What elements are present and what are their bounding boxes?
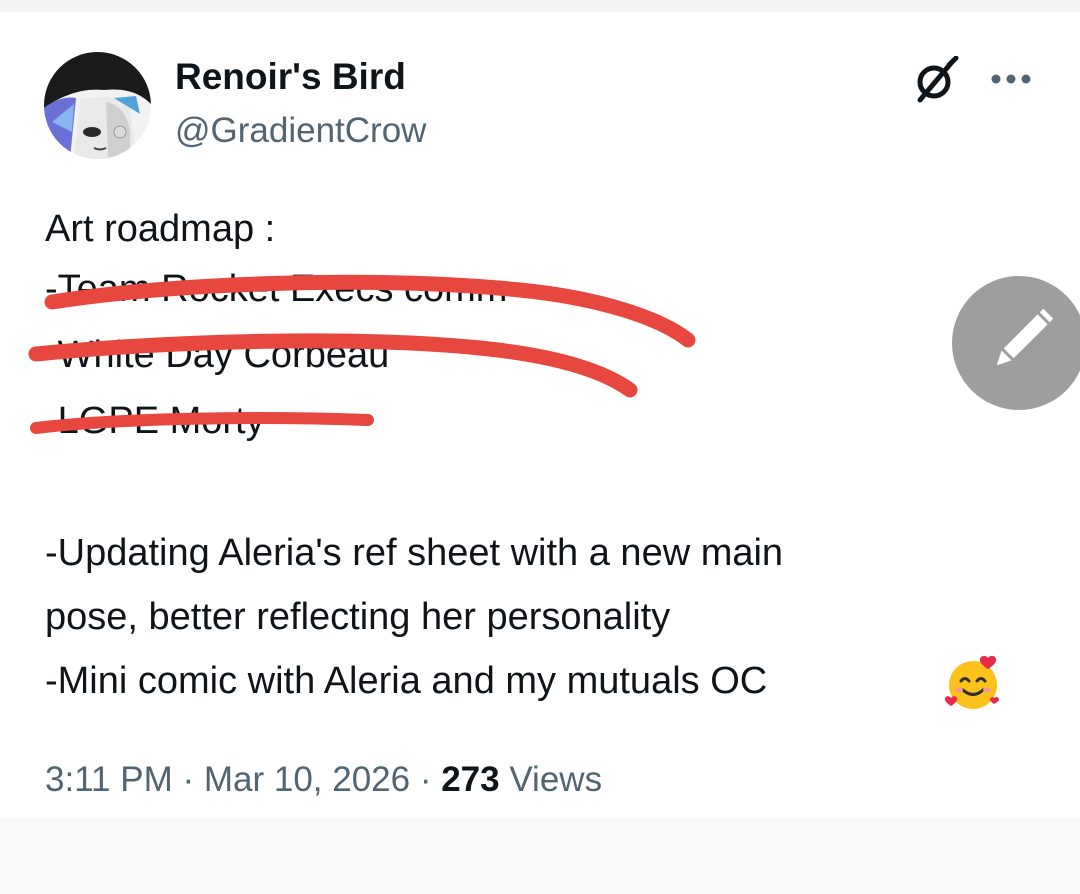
bottom-area [0,817,1080,894]
tweet-meta: 3:11 PM · Mar 10, 2026 · 273 Views [45,760,602,800]
author-display-name[interactable]: Renoir's Bird [175,56,406,98]
tweet-time: 3:11 PM [45,760,173,799]
views-label: Views [499,760,603,799]
struck-item-2: -White Day Corbeau [45,334,390,376]
pencil-icon [996,308,1054,366]
views-count[interactable]: 273 [441,760,499,799]
roadmap-item-2: -Mini comic with Aleria and my mutuals O… [45,660,768,702]
more-options-icon[interactable] [990,64,1034,94]
tweet-date[interactable]: Mar 10, 2026 [204,760,410,799]
meta-separator: · [172,760,204,799]
edit-fab-button[interactable] [952,276,1080,410]
struck-item-3: -LGPE Morty [45,400,265,442]
avatar[interactable] [44,52,151,159]
avatar-illustration [44,52,151,159]
meta-separator: · [410,760,442,799]
smiling-face-with-hearts-icon [944,654,1002,712]
struck-item-1: -Team Rocket Execs comm [45,268,508,310]
tweet-heading: Art roadmap : [45,208,276,250]
author-handle[interactable]: @GradientCrow [175,111,426,151]
roadmap-item-1-line-1: -Updating Aleria's ref sheet with a new … [45,532,784,574]
grok-icon[interactable] [912,55,960,104]
top-strip [0,0,1080,12]
roadmap-item-1-line-2: pose, better reflecting her personality [45,596,671,638]
